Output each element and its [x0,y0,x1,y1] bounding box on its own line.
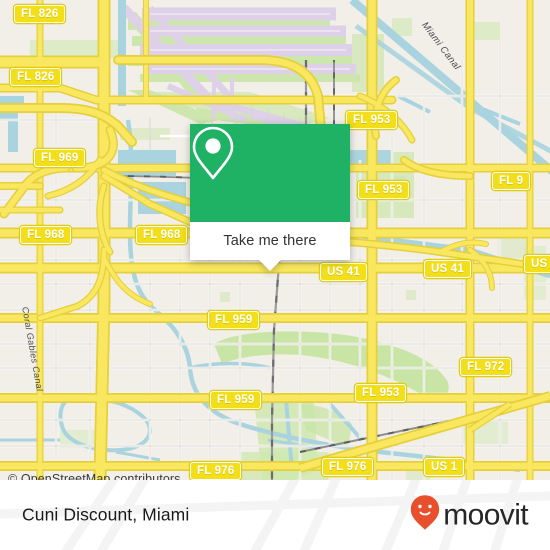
road-shield: US 1 [424,458,465,476]
road-shield: FL 968 [20,226,72,244]
road-shield: FL 959 [210,391,262,409]
moovit-brand[interactable]: moovit [410,495,529,536]
map-popup-callout[interactable]: Take me there [190,124,350,271]
osm-attribution[interactable]: © OpenStreetMap contributors [8,472,181,480]
road-shield: FL 953 [355,384,407,402]
road-shield: FL 826 [14,5,66,23]
map-canvas[interactable]: Miami Canal Coral Gables Canal FL 826 FL… [0,0,550,480]
road-shield: US 4 [524,255,550,273]
popup-footer[interactable]: Take me there [190,222,350,271]
road-shield: FL 968 [136,226,188,244]
road-shield: FL 976 [190,462,242,480]
take-me-there-label: Take me there [223,233,317,249]
road-shield: FL 953 [346,111,398,129]
road-shield: FL 972 [460,358,512,376]
road-shield: FL 9 [492,172,531,190]
popup-header [190,124,350,222]
road-shield: FL 959 [208,311,260,329]
map-screenshot-root: Miami Canal Coral Gables Canal FL 826 FL… [0,0,550,550]
road-shield: FL 969 [34,149,86,167]
road-shield: FL 953 [358,181,410,199]
popup-tail-arrow [259,260,281,271]
place-title: Cuni Discount, Miami [22,504,190,525]
road-shield: FL 976 [322,458,374,476]
road-shield: FL 826 [10,68,62,86]
road-shield: US 41 [320,263,367,281]
road-shield: US 41 [424,260,471,278]
moovit-wordmark: moovit [443,498,528,531]
footer-bar: Cuni Discount, Miami moovit [0,480,550,550]
moovit-pin-smiley-icon [410,495,440,536]
